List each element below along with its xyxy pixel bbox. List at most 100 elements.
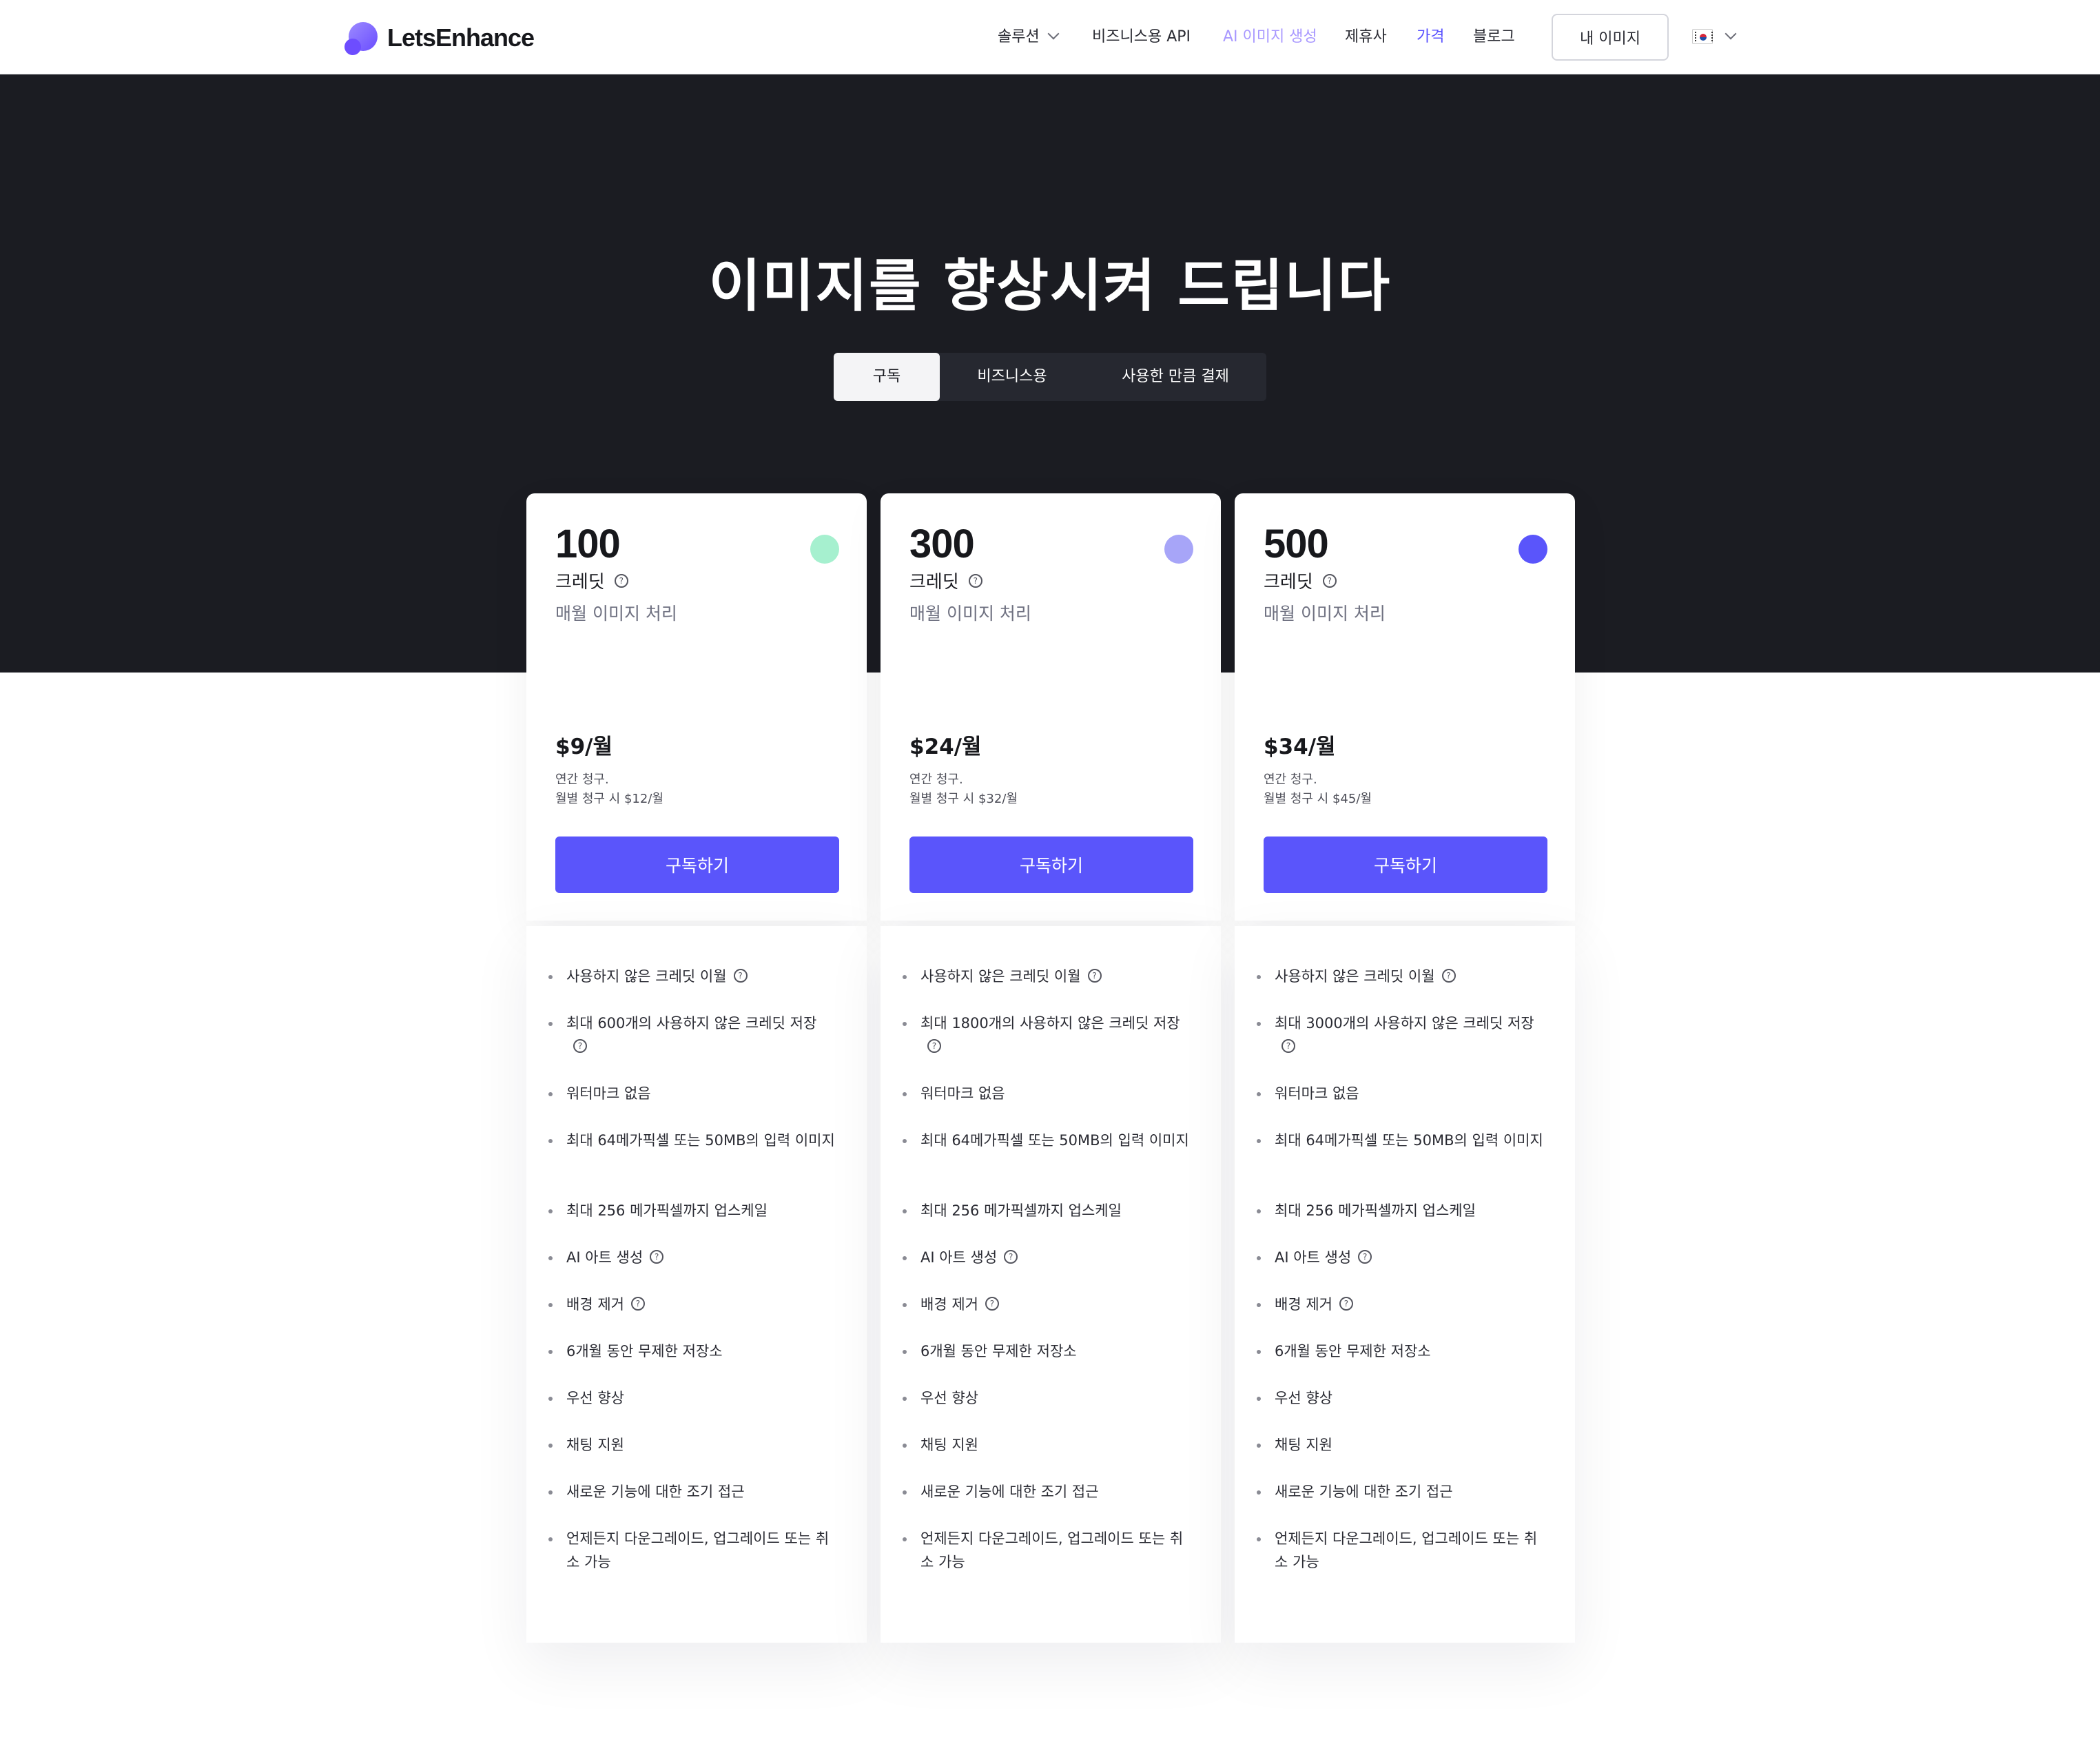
feature-item: 워터마크 없음: [1255, 1082, 1545, 1105]
billing-line: 연간 청구.: [909, 772, 963, 787]
feature-text: 배경 제거: [1275, 1296, 1332, 1313]
plan-card-header: 300 크레딧? 매월 이미지 처리 $24/월 연간 청구. 월별 청구 시 $32/월…: [881, 493, 1221, 921]
subscribe-button[interactable]: 구독하기: [1264, 837, 1547, 893]
feature-text: 우선 향상: [1275, 1390, 1332, 1406]
language-selector[interactable]: [1692, 26, 1737, 47]
nav-item-partners[interactable]: 제휴사: [1345, 21, 1387, 54]
feature-item: 배경 제거?: [1255, 1293, 1545, 1316]
billing-line: 월별 청구 시 $45/월: [1264, 792, 1372, 806]
plan-card: 100 크레딧? 매월 이미지 처리 $9/월 연간 청구. 월별 청구 시 $12/월 구…: [526, 493, 867, 1643]
credits-label: 크레딧?: [1264, 568, 1337, 593]
tab-subscription[interactable]: 구독: [834, 353, 940, 401]
logo-text: LetsEnhance: [387, 23, 535, 52]
subscribe-button[interactable]: 구독하기: [555, 837, 839, 893]
feature-item: 6개월 동안 무제한 저장소: [901, 1340, 1191, 1363]
nav-item-pricing[interactable]: 가격: [1417, 21, 1444, 54]
feature-item: 채팅 지원: [901, 1433, 1191, 1457]
help-icon[interactable]: ?: [1281, 1039, 1295, 1053]
feature-item: 최대 3000개의 사용하지 않은 크레딧 저장?: [1255, 1012, 1545, 1058]
tab-pay-as-you-go[interactable]: 사용한 만큼 결제: [1084, 353, 1266, 401]
feature-item: AI 아트 생성?: [901, 1246, 1191, 1269]
feature-text: AI 아트 생성: [1275, 1249, 1352, 1266]
billing-line: 월별 청구 시 $32/월: [909, 792, 1018, 806]
feature-item: 최대 1800개의 사용하지 않은 크레딧 저장?: [901, 1012, 1191, 1058]
help-icon[interactable]: ?: [614, 573, 628, 588]
nav-item-ai-image-generation[interactable]: AI 이미지 생성: [1223, 21, 1317, 54]
my-images-button[interactable]: 내 이미지: [1552, 14, 1669, 61]
feature-item: AI 아트 생성?: [547, 1246, 836, 1269]
nav-item-solutions[interactable]: 솔루션: [998, 21, 1060, 54]
help-icon[interactable]: ?: [1339, 1297, 1353, 1311]
plan-color-dot: [1164, 535, 1193, 564]
help-icon[interactable]: ?: [1087, 969, 1102, 983]
billing-line: 월별 청구 시 $12/월: [555, 792, 663, 806]
feature-text: 배경 제거: [920, 1296, 978, 1313]
help-icon[interactable]: ?: [985, 1297, 999, 1311]
billing-line: 연간 청구.: [555, 772, 609, 787]
feature-text: 배경 제거: [566, 1296, 624, 1313]
feature-item: 새로운 기능에 대한 조기 접근: [1255, 1480, 1545, 1503]
feature-text: 새로운 기능에 대한 조기 접근: [1275, 1484, 1453, 1500]
billing-note: 연간 청구. 월별 청구 시 $45/월: [1264, 770, 1372, 809]
plan-price: $34/월: [1264, 735, 1336, 759]
feature-text: 워터마크 없음: [1275, 1085, 1359, 1102]
feature-text: 우선 향상: [566, 1390, 624, 1406]
feature-text: AI 아트 생성: [566, 1249, 644, 1266]
feature-item: 6개월 동안 무제한 저장소: [547, 1340, 836, 1363]
logo-icon: [344, 21, 379, 55]
feature-text: 최대 256 메가픽셀까지 업스케일: [566, 1202, 768, 1219]
feature-text: 언제든지 다운그레이드, 업그레이드 또는 취소 가능: [920, 1530, 1184, 1570]
plan-card-header: 100 크레딧? 매월 이미지 처리 $9/월 연간 청구. 월별 청구 시 $12/월 구…: [526, 493, 867, 921]
feature-item: 워터마크 없음: [901, 1082, 1191, 1105]
subscribe-button[interactable]: 구독하기: [909, 837, 1193, 893]
help-icon[interactable]: ?: [968, 573, 982, 588]
billing-note: 연간 청구. 월별 청구 시 $12/월: [555, 770, 663, 809]
credits-label-text: 크레딧: [909, 572, 959, 593]
plan-card-header: 500 크레딧? 매월 이미지 처리 $34/월 연간 청구. 월별 청구 시 $45/월…: [1235, 493, 1575, 921]
feature-item: 채팅 지원: [547, 1433, 836, 1457]
feature-text: 최대 64메가픽셀 또는 50MB의 입력 이미지: [920, 1132, 1189, 1149]
feature-item: 사용하지 않은 크레딧 이월?: [1255, 965, 1545, 988]
help-icon[interactable]: ?: [650, 1250, 664, 1264]
feature-item: 배경 제거?: [901, 1293, 1191, 1316]
help-icon[interactable]: ?: [630, 1297, 645, 1311]
feature-text: 사용하지 않은 크레딧 이월: [1275, 968, 1435, 985]
monthly-label: 매월 이미지 처리: [909, 604, 1031, 624]
help-icon[interactable]: ?: [927, 1039, 941, 1053]
top-navbar: LetsEnhance 솔루션 비즈니스용 API AI 이미지 생성 제휴사 …: [0, 0, 2100, 74]
feature-text: 언제든지 다운그레이드, 업그레이드 또는 취소 가능: [1275, 1530, 1538, 1570]
help-icon[interactable]: ?: [1004, 1250, 1018, 1264]
feature-item: 최대 256 메가픽셀까지 업스케일: [1255, 1199, 1545, 1222]
feature-item: 배경 제거?: [547, 1293, 836, 1316]
feature-text: 워터마크 없음: [920, 1085, 1005, 1102]
feature-text: 최대 1800개의 사용하지 않은 크레딧 저장: [920, 1015, 1180, 1032]
feature-text: 채팅 지원: [1275, 1437, 1332, 1453]
feature-text: 최대 64메가픽셀 또는 50MB의 입력 이미지: [566, 1132, 835, 1149]
logo[interactable]: LetsEnhance: [344, 21, 535, 55]
plan-features: 사용하지 않은 크레딧 이월? 최대 1800개의 사용하지 않은 크레딧 저장?…: [881, 926, 1221, 1643]
help-icon[interactable]: ?: [1322, 573, 1337, 588]
feature-item: 우선 향상: [901, 1386, 1191, 1410]
monthly-label: 매월 이미지 처리: [1264, 604, 1386, 624]
plan-type-tabs: 구독 비즈니스용 사용한 만큼 결제: [834, 353, 1266, 401]
feature-text: 채팅 지원: [566, 1437, 624, 1453]
feature-text: 6개월 동안 무제한 저장소: [566, 1343, 723, 1359]
nav-item-blog[interactable]: 블로그: [1473, 21, 1515, 54]
tab-business[interactable]: 비즈니스용: [940, 353, 1084, 401]
feature-text: 최대 600개의 사용하지 않은 크레딧 저장: [566, 1015, 817, 1032]
nav-item-label: 솔루션: [998, 28, 1040, 45]
feature-text: 최대 256 메가픽셀까지 업스케일: [1275, 1202, 1476, 1219]
feature-item: 최대 256 메가픽셀까지 업스케일: [547, 1199, 836, 1222]
feature-text: 워터마크 없음: [566, 1085, 651, 1102]
feature-item: 최대 64메가픽셀 또는 50MB의 입력 이미지: [547, 1129, 836, 1152]
feature-text: 6개월 동안 무제한 저장소: [920, 1343, 1077, 1359]
help-icon[interactable]: ?: [573, 1039, 587, 1053]
nav-item-business-api[interactable]: 비즈니스용 API: [1092, 21, 1191, 54]
help-icon[interactable]: ?: [733, 969, 748, 983]
help-icon[interactable]: ?: [1358, 1250, 1372, 1264]
feature-item: 채팅 지원: [1255, 1433, 1545, 1457]
help-icon[interactable]: ?: [1441, 969, 1456, 983]
feature-item: 언제든지 다운그레이드, 업그레이드 또는 취소 가능: [1255, 1527, 1545, 1574]
feature-item: 최대 256 메가픽셀까지 업스케일: [901, 1199, 1191, 1222]
feature-text: 최대 3000개의 사용하지 않은 크레딧 저장: [1275, 1015, 1534, 1032]
